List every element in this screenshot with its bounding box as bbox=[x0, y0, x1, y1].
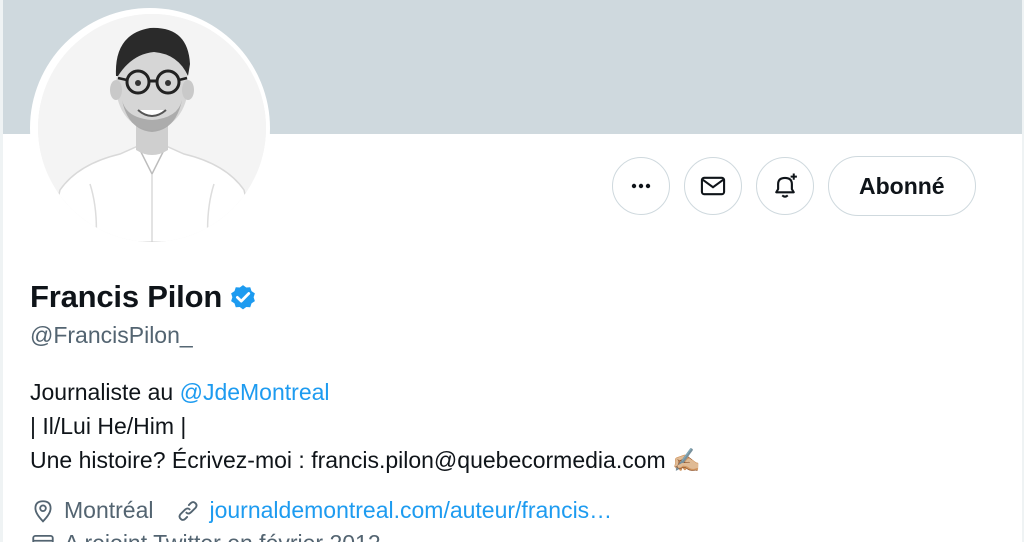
joined-item: A rejoint Twitter en février 2012 bbox=[30, 530, 381, 542]
website-item: journaldemontreal.com/auteur/francis… bbox=[175, 497, 612, 524]
right-divider bbox=[1022, 0, 1024, 542]
calendar-icon bbox=[32, 534, 54, 542]
website-link[interactable]: journaldemontreal.com/auteur/francis… bbox=[209, 497, 612, 524]
avatar-photo bbox=[38, 14, 266, 242]
location-pin-icon bbox=[34, 499, 52, 523]
envelope-icon bbox=[700, 176, 726, 196]
message-button[interactable] bbox=[684, 157, 742, 215]
location-item: Montréal bbox=[30, 497, 153, 524]
bio-line-3: Une histoire? Écrivez-moi : francis.pilo… bbox=[30, 443, 701, 477]
profile-page: Abonné Francis Pilon @FrancisPilon_ Jour… bbox=[0, 0, 1036, 542]
notifications-button[interactable] bbox=[756, 157, 814, 215]
joined-text: A rejoint Twitter en février 2012 bbox=[64, 530, 381, 542]
bell-plus-icon bbox=[775, 173, 797, 198]
bio-line-1: Journaliste au @JdeMontreal bbox=[30, 375, 701, 409]
bio-mention-link[interactable]: @JdeMontreal bbox=[180, 379, 330, 405]
more-dots-icon bbox=[631, 183, 651, 189]
avatar[interactable] bbox=[38, 14, 266, 242]
more-button[interactable] bbox=[612, 157, 670, 215]
profile-handle: @FrancisPilon_ bbox=[30, 322, 193, 348]
follow-button[interactable]: Abonné bbox=[828, 156, 976, 216]
bio-contact: Une histoire? Écrivez-moi : francis.pilo… bbox=[30, 447, 666, 473]
profile-bio: Journaliste au @JdeMontreal | Il/Lui He/… bbox=[30, 375, 701, 477]
writing-hand-emoji: ✍🏼 bbox=[672, 447, 701, 473]
name-row: Francis Pilon bbox=[30, 279, 258, 315]
location-text: Montréal bbox=[64, 497, 154, 523]
link-icon bbox=[179, 500, 198, 521]
bio-prefix: Journaliste au bbox=[30, 379, 180, 405]
bio-line-2: | Il/Lui He/Him | bbox=[30, 413, 187, 439]
display-name: Francis Pilon bbox=[30, 279, 223, 314]
verified-badge-icon[interactable] bbox=[228, 282, 258, 312]
profile-meta: Montréal journaldemontreal.com/auteur/fr… bbox=[30, 497, 634, 524]
profile-actions: Abonné bbox=[612, 156, 976, 216]
